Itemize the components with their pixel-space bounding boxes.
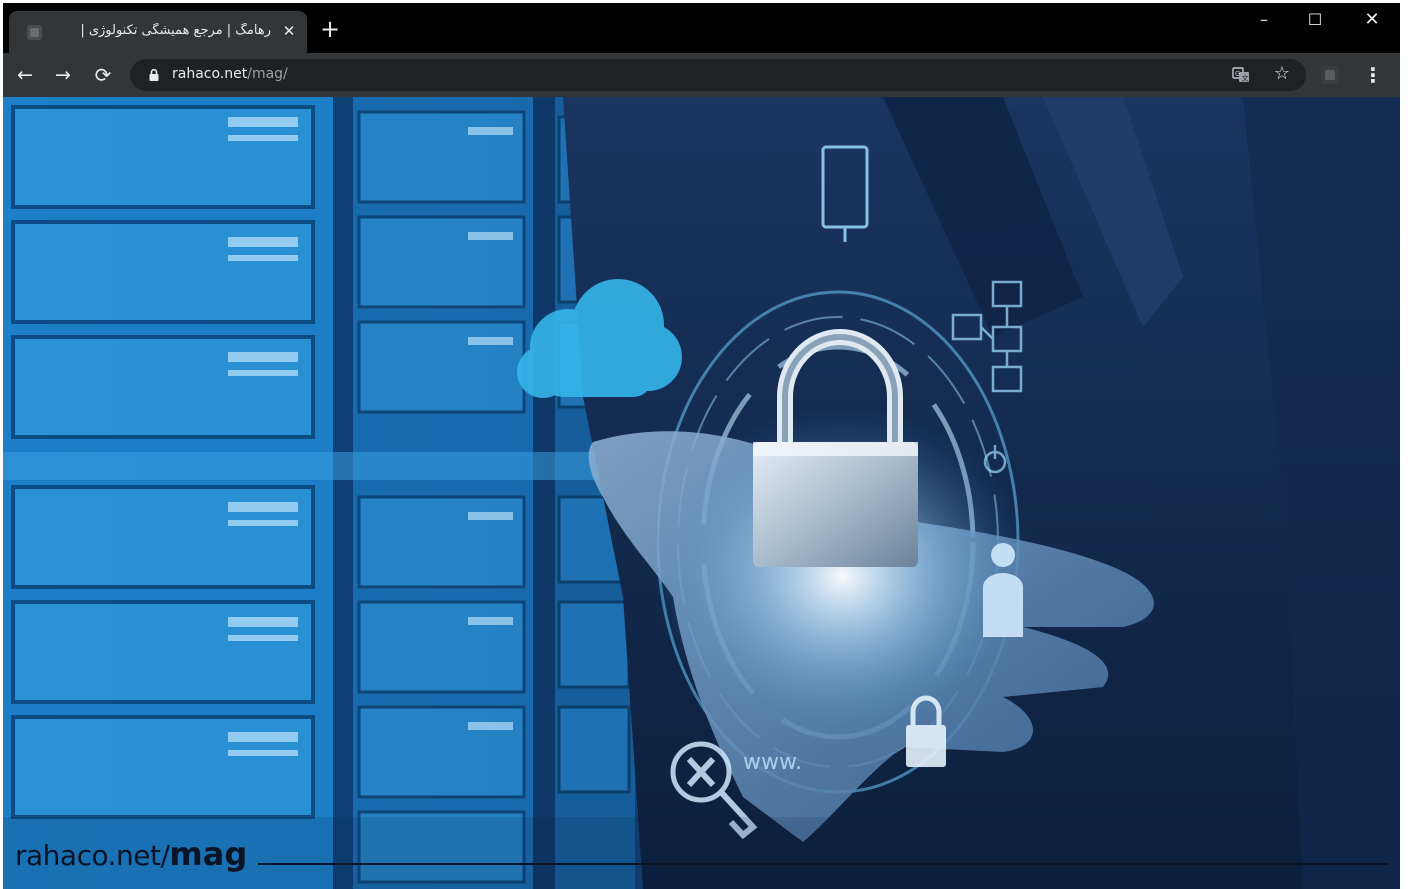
url-text[interactable]: rahaco.net/mag/ bbox=[172, 66, 288, 84]
svg-text:文: 文 bbox=[1242, 74, 1249, 83]
www-graphic-text: www. bbox=[743, 750, 802, 775]
minimize-button[interactable]: – bbox=[1239, 6, 1289, 36]
browser-toolbar: ← → ⟳ rahaco.net/mag/ G 文 ☆ ⋮ bbox=[3, 53, 1400, 97]
caption-underline bbox=[258, 863, 1388, 865]
site-favicon-icon bbox=[27, 25, 42, 40]
lock-icon[interactable] bbox=[147, 68, 161, 82]
hero-image: www. bbox=[3, 97, 1400, 889]
close-window-button[interactable]: ✕ bbox=[1347, 6, 1397, 36]
tab-strip: رهامگ | مرجع همیشگی تکنولوژی | ✕ + – ☐ ✕ bbox=[3, 3, 1400, 53]
url-path: /mag/ bbox=[247, 66, 288, 82]
url-domain: rahaco.net bbox=[172, 66, 248, 82]
extension-icon[interactable] bbox=[1321, 66, 1339, 84]
svg-text:G: G bbox=[1235, 70, 1240, 78]
maximize-button[interactable]: ☐ bbox=[1290, 6, 1340, 36]
back-button[interactable]: ← bbox=[11, 61, 39, 89]
reload-button[interactable]: ⟳ bbox=[89, 61, 117, 89]
caption-mag: mag bbox=[169, 835, 248, 873]
tab-rahamag[interactable]: رهامگ | مرجع همیشگی تکنولوژی | ✕ bbox=[9, 11, 307, 53]
tab-title: رهامگ | مرجع همیشگی تکنولوژی | bbox=[80, 23, 271, 38]
bookmark-star-icon[interactable]: ☆ bbox=[1270, 62, 1294, 86]
page-content: www. rahaco.net/mag bbox=[3, 97, 1400, 889]
caption-domain: rahaco.net/ bbox=[15, 839, 170, 872]
tab-close-icon[interactable]: ✕ bbox=[279, 21, 299, 41]
translate-icon[interactable]: G 文 bbox=[1232, 66, 1250, 84]
browser-window: رهامگ | مرجع همیشگی تکنولوژی | ✕ + – ☐ ✕… bbox=[3, 3, 1400, 889]
menu-icon[interactable]: ⋮ bbox=[1361, 61, 1385, 89]
new-tab-button[interactable]: + bbox=[317, 17, 343, 43]
forward-button[interactable]: → bbox=[49, 61, 77, 89]
site-caption: rahaco.net/mag bbox=[15, 835, 247, 875]
server-racks bbox=[3, 97, 643, 889]
address-bar[interactable]: rahaco.net/mag/ G 文 ☆ bbox=[130, 59, 1306, 91]
